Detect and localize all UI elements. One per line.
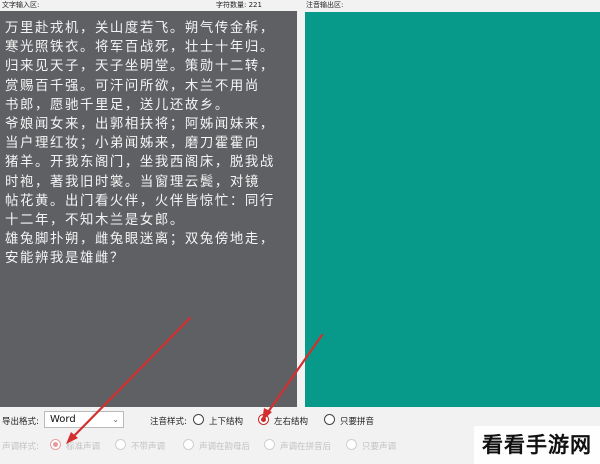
annotation-arrows: [66, 316, 324, 444]
arrow-to-tone-standard: [70, 316, 192, 440]
arrow-to-leftright: [264, 333, 324, 417]
site-watermark: 看看手游网: [474, 426, 600, 464]
